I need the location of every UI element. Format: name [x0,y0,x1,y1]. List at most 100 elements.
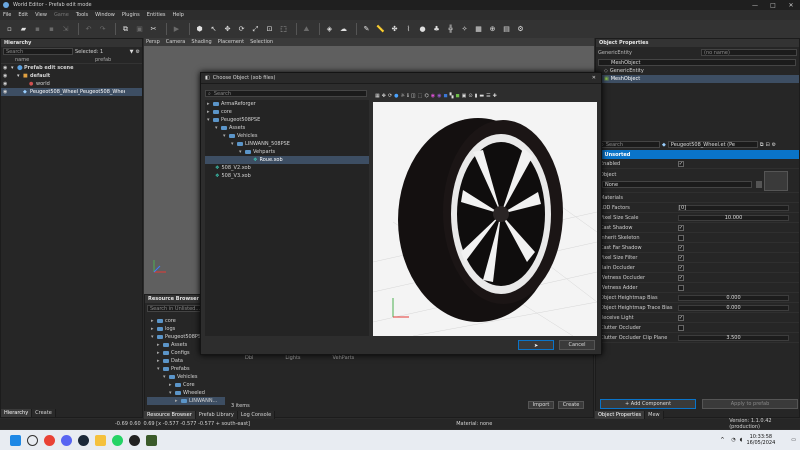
hierarchy-item-default[interactable]: ◉ ▾ ■ default [1,72,142,80]
menu-game[interactable]: Game [54,12,69,18]
settings-icon[interactable]: ⚙ [772,142,776,148]
workbench-icon[interactable] [146,434,157,446]
tab-resource-browser[interactable]: Resource Browser [144,411,196,419]
visibility-eye-icon[interactable]: ◉ [3,65,11,71]
ruler-icon[interactable]: 📏 [375,24,386,35]
tab-create[interactable]: Create [32,409,56,417]
chrome-icon[interactable] [44,434,55,446]
cloud-icon[interactable]: ☁ [338,24,349,35]
export-icon[interactable]: ⇲ [60,24,71,35]
prop-checkbox[interactable] [678,234,684,241]
viewport-tab-placement[interactable]: Placement [218,39,244,45]
prop-checkbox[interactable]: ✓ [678,254,684,261]
tab-object-properties[interactable]: Object Properties [595,411,646,419]
copy-icon[interactable]: ⧉ [120,24,131,35]
cut-icon[interactable]: ✂ [148,24,159,35]
import-button[interactable]: Import [528,401,554,409]
resource-item-core-sub[interactable]: ▸ Core [147,381,225,389]
prop-checkbox[interactable]: ✓ [678,264,684,271]
tab-prefab-library[interactable]: Prefab Library [195,411,238,419]
material-icon[interactable]: ◉ [431,93,435,99]
discord-icon[interactable] [61,434,72,446]
tree-item-roue[interactable]: ❖ Roue.xob [205,156,369,164]
prop-value-field[interactable]: 0.000 [678,304,789,311]
bounds-icon[interactable]: ⬚ [418,93,423,99]
wand-icon[interactable]: ✧ [459,24,470,35]
dialog-ok-button[interactable]: OK➤ [518,340,554,350]
globe-icon[interactable]: ⊕ [487,24,498,35]
tree-icon[interactable]: ♣ [431,24,442,35]
menu-help[interactable]: Help [173,12,184,18]
open-folder-icon[interactable]: ▰ [18,24,29,35]
plus-icon[interactable]: ✚ [493,93,497,99]
tree-item-vehparts[interactable]: ▾ Vehparts [205,148,369,156]
wireframe-icon[interactable]: ◫ [411,93,416,99]
resource-item-vehicles[interactable]: ▾ Vehicles [147,373,225,381]
menu-edit[interactable]: Edit [18,12,28,18]
rotate-icon[interactable]: ⟳ [388,93,392,99]
component-mesh-object[interactable]: ▣ MeshObject [596,75,799,83]
copy-icon[interactable]: ⧉ [760,142,764,148]
texture-icon[interactable]: ◉ [437,93,441,99]
collider-icon[interactable]: ▣ [462,93,467,99]
visibility-eye-icon[interactable]: ◉ [3,89,11,95]
move-icon[interactable]: ✥ [222,24,233,35]
filter-icon[interactable]: ▼ [130,49,134,55]
mesh-object-field[interactable]: MeshObject [598,59,796,66]
resource-item-prefabs[interactable]: ▾ Prefabs [147,365,225,373]
prop-value-field[interactable]: 0.000 [678,294,789,301]
bone-icon[interactable]: ⌬ [424,93,428,99]
section-unsorted[interactable]: ▾ Unsorted [596,150,799,159]
tree-item-core[interactable]: ▸ core [205,108,369,116]
navmesh-icon[interactable]: ◈ [324,24,335,35]
prop-value-field[interactable]: 10.000 [678,214,789,221]
tree-item-508v3[interactable]: ❖ 508_V3.xob [205,172,369,180]
prop-checkbox[interactable]: ✓ [678,244,684,251]
redo-icon[interactable]: ↷ [97,24,108,35]
mesh-preview[interactable] [373,102,597,336]
entity-name-input[interactable]: (no name) [701,49,797,56]
rotate-icon[interactable]: ⟳ [236,24,247,35]
pencil-icon[interactable]: ✎ [361,24,372,35]
grid-icon[interactable]: ▦ [473,24,484,35]
prop-checkbox[interactable]: ✓ [678,224,684,231]
pin-icon[interactable]: ⊟ [765,142,769,148]
dialog-search-input[interactable]: ⌕ Search [205,90,367,97]
tab-mew[interactable]: Mew [645,411,664,419]
visibility-eye-icon[interactable]: ◉ [3,73,11,79]
steam-icon[interactable] [78,434,89,446]
resource-file-lights[interactable]: Lights [285,355,300,361]
prop-value-field[interactable]: 3.500 [678,334,789,341]
minus-icon[interactable]: ▬ [479,93,484,99]
search-icon[interactable] [27,434,38,446]
select-icon[interactable]: ↖ [208,24,219,35]
create-button[interactable]: Create [558,401,584,409]
tree-item-linwann[interactable]: ▾ LINWANN_508PSE [205,140,369,148]
save-all-icon[interactable]: ▪ [46,24,57,35]
puzzle-icon[interactable]: ✤ [389,24,400,35]
prop-checkbox[interactable]: ✓ [678,274,684,281]
light-icon[interactable]: ☼ [401,93,405,99]
prop-value-field[interactable]: [0] [678,204,789,211]
resource-item-linwann[interactable]: ▸ LINWANN... [147,397,225,405]
layer-icon[interactable]: ◼ [444,93,448,99]
resource-item-data[interactable]: ▸ Data [147,357,225,365]
scale-icon[interactable]: ⤢ [250,24,261,35]
selected-entity-dropdown[interactable]: Peugeot508_Wheel.et (Pe [667,141,758,148]
prop-checkbox[interactable] [678,284,684,291]
menu-view[interactable]: View [35,12,47,18]
viewport-tab-persp[interactable]: Persp [146,39,160,45]
viewport-tab-shading[interactable]: Shading [191,39,211,45]
save-icon[interactable]: ▪ [32,24,43,35]
tree-item-peugeot[interactable]: ▾ Peugeot508PSE [205,116,369,124]
move-icon[interactable]: ✥ [382,93,386,99]
sound-icon[interactable]: ◖ [740,437,743,443]
viewport-tab-selection[interactable]: Selection [250,39,273,45]
film-icon[interactable]: ▤ [501,24,512,35]
paste-icon[interactable]: ▣ [134,24,145,35]
camera-icon[interactable]: ⊙ [468,93,472,99]
list-icon[interactable]: ☰ [486,93,490,99]
properties-search-input[interactable]: ⌕ Search [598,141,660,148]
sphere-icon[interactable]: ● [394,93,398,99]
terrain-icon[interactable]: ⛰ [301,24,312,35]
